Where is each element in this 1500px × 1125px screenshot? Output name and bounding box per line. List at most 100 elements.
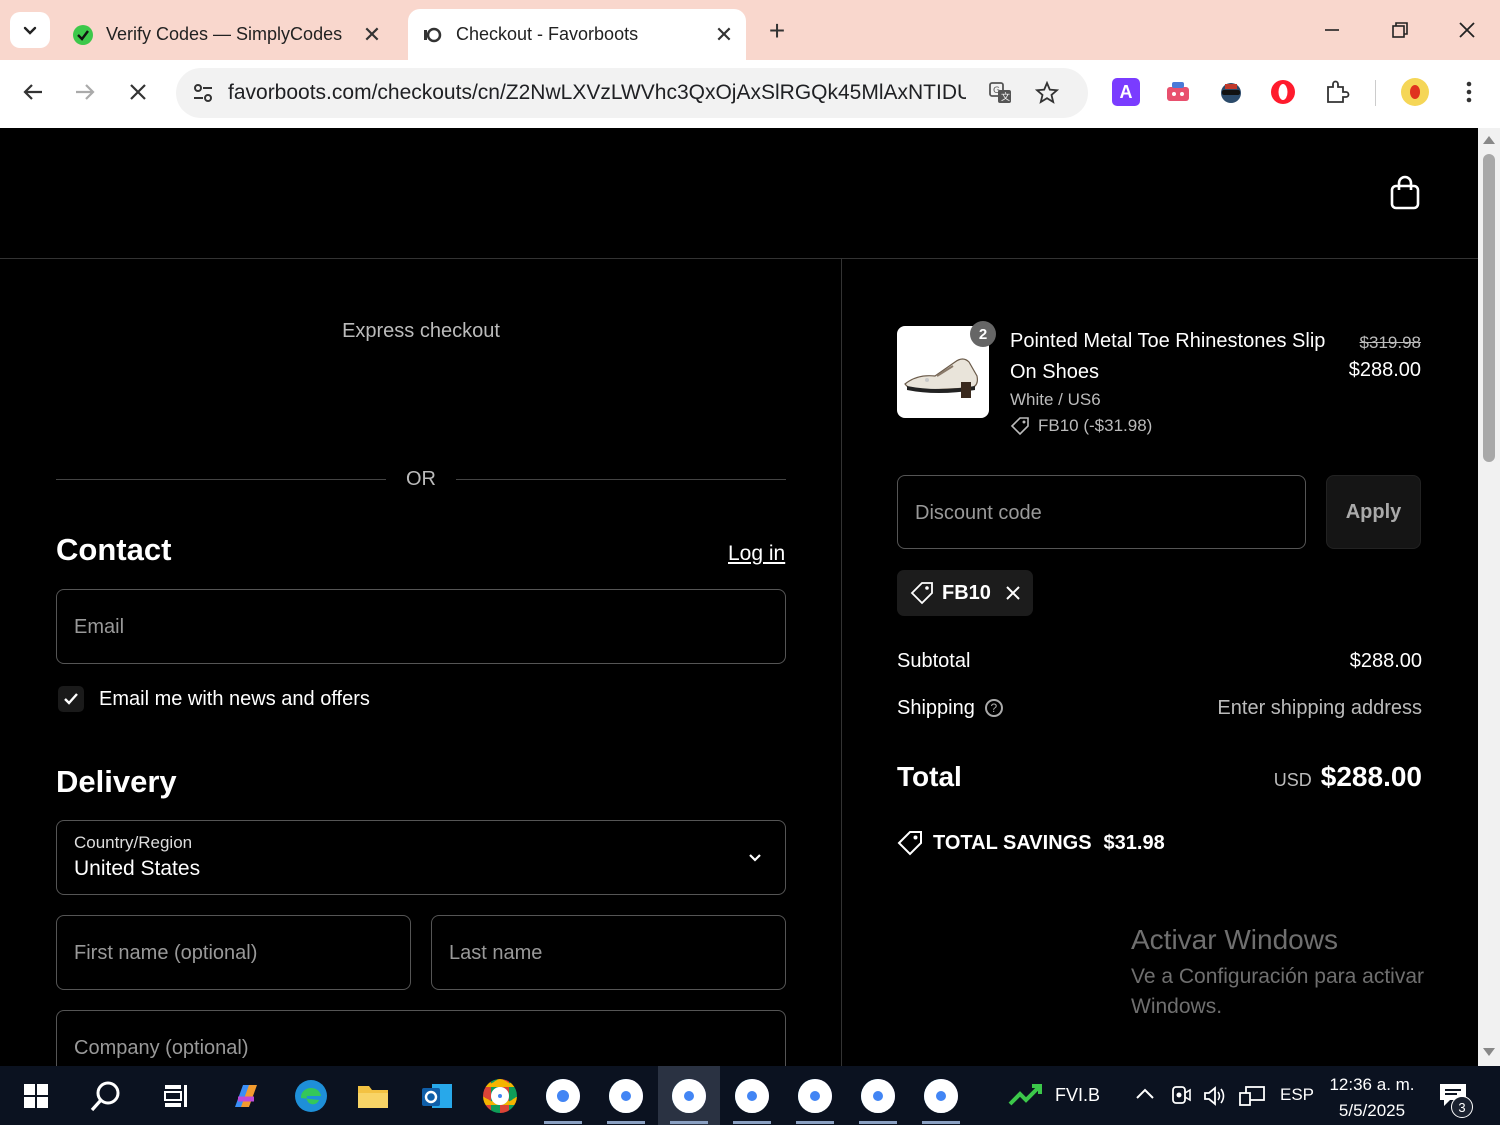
express-checkout-label: Express checkout (342, 320, 500, 342)
chevron-down-icon (23, 26, 37, 35)
input-language[interactable]: ESP (1280, 1085, 1314, 1105)
folder-icon (358, 1085, 388, 1108)
windows-logo-icon (24, 1083, 48, 1108)
translate-icon[interactable]: G文 (978, 80, 1024, 106)
total-value: $288.00 (1320, 761, 1422, 792)
task-view-button[interactable] (145, 1066, 207, 1125)
network-icon[interactable] (1238, 1084, 1266, 1113)
scroll-down-arrow-icon[interactable] (1483, 1048, 1495, 1056)
chrome-icon (609, 1078, 643, 1113)
discount-code-field[interactable]: Discount code (897, 475, 1306, 549)
first-name-field[interactable]: First name (optional) (56, 915, 411, 990)
page-scrollbar[interactable] (1478, 128, 1500, 1066)
close-icon (130, 84, 146, 100)
watermark-line: Ve a Configuración para activar (1131, 965, 1425, 988)
watermark-line: Windows. (1131, 995, 1223, 1018)
copilot-button[interactable] (215, 1066, 277, 1125)
email-placeholder: Email (74, 616, 125, 638)
scrollbar-thumb[interactable] (1483, 154, 1495, 462)
bookmark-star-icon[interactable] (1024, 81, 1070, 105)
subtotal-value: $288.00 (1349, 650, 1422, 672)
profile-avatar[interactable] (1401, 78, 1429, 106)
stock-widget-icon[interactable] (1008, 1082, 1044, 1113)
chrome-profile-button[interactable] (595, 1066, 657, 1125)
product-variant: White / US6 (1010, 390, 1101, 409)
running-indicator (733, 1121, 771, 1124)
address-bar[interactable]: favorboots.com/checkouts/cn/Z2NwLXVzLWVh… (176, 68, 1088, 118)
chrome-profile-button[interactable] (784, 1066, 846, 1125)
new-tab-button[interactable]: + (760, 14, 794, 48)
url-text[interactable]: favorboots.com/checkouts/cn/Z2NwLXVzLWVh… (228, 81, 966, 105)
tab-checkout[interactable]: Checkout - Favorboots ✕ (408, 9, 746, 60)
extensions-puzzle-icon[interactable] (1323, 78, 1351, 106)
camera-icon[interactable] (1170, 1084, 1192, 1113)
forward-button[interactable] (67, 74, 103, 110)
stop-loading-button[interactable] (120, 74, 156, 110)
chrome-button[interactable] (469, 1066, 531, 1125)
tab-title: Checkout - Favorboots (456, 24, 639, 44)
site-info-icon[interactable] (178, 82, 228, 104)
quantity-badge: 2 (970, 321, 996, 347)
email-field[interactable]: Email (56, 589, 786, 664)
notification-count-badge: 3 (1451, 1096, 1473, 1118)
system-clock[interactable]: 12:36 a. m. 5/5/2025 (1316, 1072, 1428, 1124)
file-explorer-button[interactable] (342, 1066, 404, 1125)
company-field[interactable]: Company (optional) (56, 1010, 786, 1066)
cart-button[interactable] (1388, 174, 1422, 212)
total-label: Total (897, 761, 962, 792)
last-name-field[interactable]: Last name (431, 915, 786, 990)
windows-taskbar: FVI.B ESP (0, 1066, 1500, 1125)
clock-time: 12:36 a. m. (1329, 1075, 1415, 1094)
remove-discount-icon[interactable] (1005, 585, 1021, 601)
clock-date: 5/5/2025 (1338, 1101, 1406, 1120)
login-link[interactable]: Log in (728, 542, 785, 566)
chrome-active-button[interactable] (658, 1066, 720, 1125)
subtotal-label: Subtotal (897, 650, 971, 672)
search-button[interactable] (75, 1066, 137, 1125)
savings-label: TOTAL SAVINGS (933, 831, 1092, 854)
extension-spy-icon[interactable] (1217, 78, 1245, 106)
edge-button[interactable] (280, 1066, 342, 1125)
original-price: $319.98 (1359, 333, 1421, 352)
newsletter-option[interactable]: Email me with news and offers (58, 686, 370, 712)
back-button[interactable] (15, 74, 51, 110)
close-window-button[interactable] (1447, 12, 1487, 48)
extension-a-icon[interactable]: A (1112, 78, 1140, 106)
restore-button[interactable] (1380, 12, 1420, 48)
chrome-profile-button[interactable] (532, 1066, 594, 1125)
first-name-placeholder: First name (optional) (74, 942, 258, 964)
chrome-icon (735, 1078, 769, 1113)
arrow-right-icon (76, 84, 95, 100)
start-button[interactable] (5, 1066, 67, 1125)
chrome-profile-button[interactable] (910, 1066, 972, 1125)
newsletter-label: Email me with news and offers (99, 687, 370, 710)
browser-menu-icon[interactable] (1455, 78, 1483, 106)
tray-overflow-icon[interactable] (1134, 1086, 1156, 1107)
tab-simplycodes[interactable]: Verify Codes — SimplyCodes ✕ (58, 9, 394, 60)
close-tab-icon[interactable]: ✕ (356, 19, 388, 51)
close-tab-icon[interactable]: ✕ (708, 19, 740, 51)
applied-code: FB10 (942, 581, 991, 604)
total-currency: USD (1273, 770, 1312, 790)
newsletter-checkbox[interactable] (58, 686, 84, 712)
extension-opera-icon[interactable] (1269, 78, 1297, 106)
stock-ticker[interactable]: FVI.B (1055, 1085, 1100, 1106)
volume-icon[interactable] (1202, 1084, 1228, 1113)
tab-title: Verify Codes — SimplyCodes (106, 24, 343, 44)
chrome-profile-button[interactable] (847, 1066, 909, 1125)
tab-search-button[interactable] (10, 12, 50, 48)
minimize-button[interactable] (1312, 12, 1352, 48)
help-icon[interactable]: ? (984, 699, 1003, 717)
scroll-up-arrow-icon[interactable] (1483, 136, 1495, 144)
last-name-placeholder: Last name (449, 942, 543, 964)
chrome-profile-button[interactable] (721, 1066, 783, 1125)
extension-robot-icon[interactable] (1164, 78, 1192, 106)
chrome-icon (798, 1078, 832, 1113)
applied-discount-chip: FB10 (897, 570, 1033, 616)
country-select[interactable]: Country/Region United States (56, 820, 786, 895)
apply-discount-button[interactable]: Apply (1326, 475, 1421, 549)
tag-icon (1010, 417, 1029, 436)
delivery-heading: Delivery (56, 764, 177, 799)
outlook-button[interactable] (406, 1066, 468, 1125)
chrome-icon (546, 1078, 580, 1113)
